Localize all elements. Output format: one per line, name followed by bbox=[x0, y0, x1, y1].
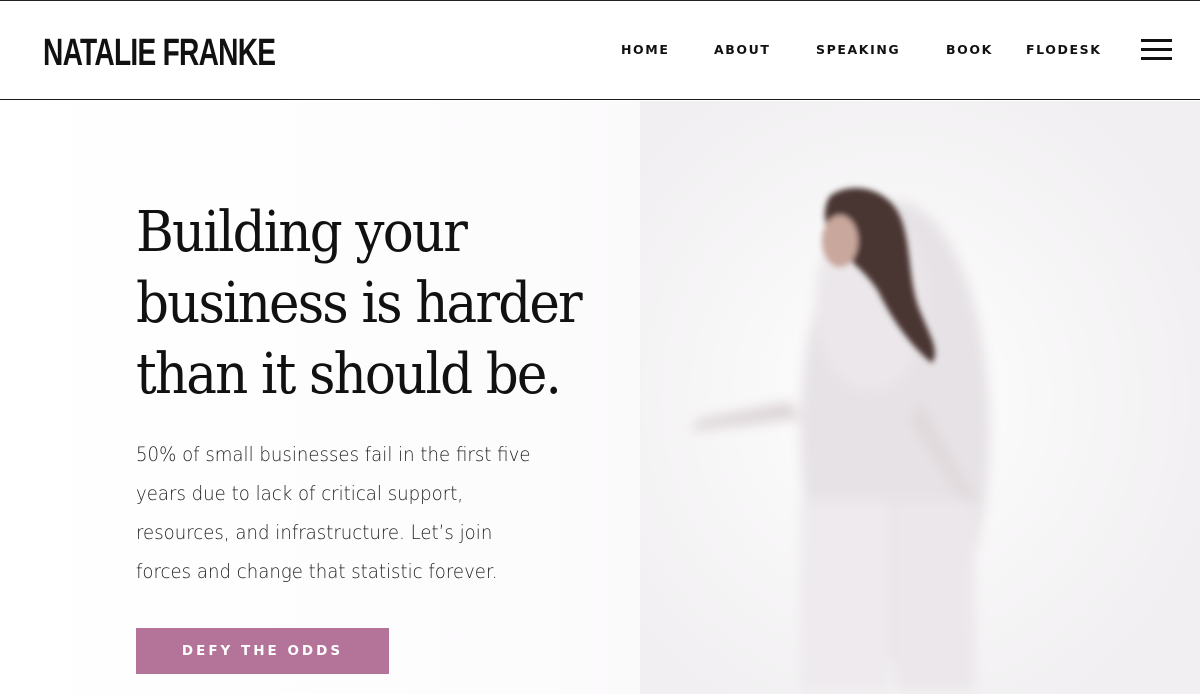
site-header: NATALIE FRANKE HOME ABOUT SPEAKING BOOK … bbox=[0, 2, 1200, 100]
nav-home[interactable]: HOME bbox=[621, 42, 669, 58]
nav-book[interactable]: BOOK bbox=[946, 42, 993, 58]
hero-title-line: Building your bbox=[136, 200, 468, 265]
page: NATALIE FRANKE HOME ABOUT SPEAKING BOOK … bbox=[0, 0, 1200, 694]
hero-description-line: 50% of small businesses fail in the firs… bbox=[136, 443, 531, 466]
hero-photo-walking-woman bbox=[640, 101, 1200, 694]
hero-title-line: business is harder bbox=[136, 271, 583, 336]
defy-the-odds-button[interactable]: DEFY THE ODDS bbox=[136, 628, 389, 674]
nav-about[interactable]: ABOUT bbox=[714, 42, 771, 58]
nav-flodesk[interactable]: FLODESK bbox=[1026, 42, 1102, 58]
hero-title-line: than it should be. bbox=[136, 342, 562, 407]
hamburger-line bbox=[1141, 57, 1172, 60]
hero-title: Building your business is harder than it… bbox=[136, 197, 614, 410]
hero-description-line: years due to lack of critical support, bbox=[136, 482, 464, 505]
site-logo[interactable]: NATALIE FRANKE bbox=[43, 32, 276, 74]
nav-speaking[interactable]: SPEAKING bbox=[816, 42, 900, 58]
hero-description-line: resources, and infrastructure. Let’s joi… bbox=[136, 521, 493, 544]
hero-section: Building your business is harder than it… bbox=[0, 101, 1200, 694]
hamburger-line bbox=[1141, 48, 1172, 51]
hamburger-line bbox=[1141, 39, 1172, 42]
hero-description: 50% of small businesses fail in the firs… bbox=[136, 435, 555, 591]
hamburger-menu-icon[interactable] bbox=[1141, 38, 1172, 62]
hero-description-line: forces and change that statistic forever… bbox=[136, 560, 498, 583]
